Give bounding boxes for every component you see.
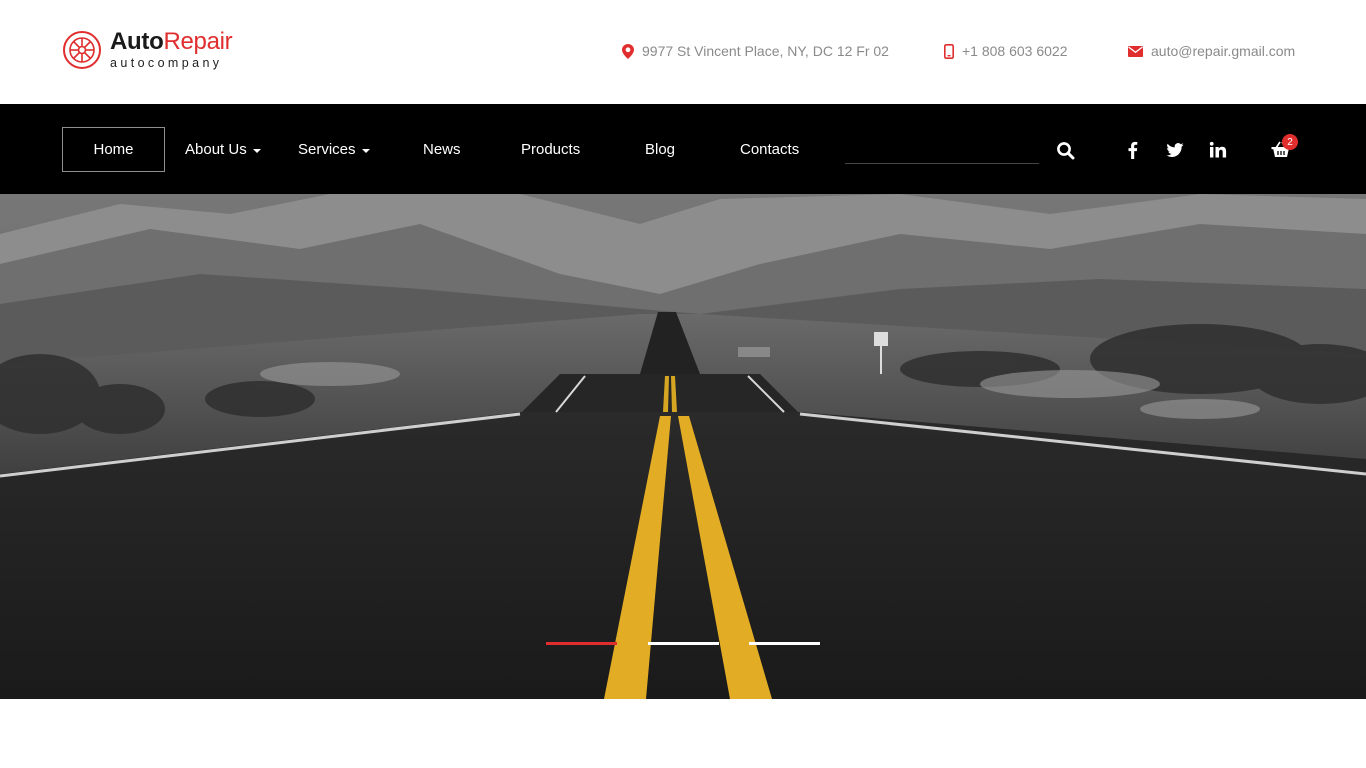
search-input[interactable] xyxy=(845,162,1039,164)
nav-item-label: Home xyxy=(93,141,134,158)
envelope-icon xyxy=(1128,45,1143,57)
nav-item-label: Products xyxy=(521,140,581,158)
contact-phone[interactable]: +1 808 603 6022 xyxy=(944,43,1068,59)
nav-item-label: Blog xyxy=(645,140,676,158)
nav-item-about-us[interactable]: About Us xyxy=(185,104,261,194)
nav-item-label: Services xyxy=(298,140,356,158)
nav-item-label: Contacts xyxy=(740,140,800,158)
logo-text: AutoRepair autocompany xyxy=(110,28,233,71)
nav-item-contacts[interactable]: Contacts xyxy=(740,104,799,194)
brand-tagline: autocompany xyxy=(110,56,223,71)
phone-text: +1 808 603 6022 xyxy=(962,43,1068,59)
mobile-phone-icon xyxy=(944,43,954,59)
nav-item-blog[interactable]: Blog xyxy=(645,104,675,194)
caret-down-icon xyxy=(252,148,261,153)
map-pin-icon xyxy=(622,43,634,59)
nav-item-label: News xyxy=(423,140,461,158)
nav-item-products[interactable]: Products xyxy=(521,104,580,194)
twitter-icon[interactable] xyxy=(1166,141,1184,159)
cart-count-badge: 2 xyxy=(1282,134,1298,150)
brand-name-part1: Auto xyxy=(110,28,164,56)
main-navigation: Home About Us Services News Products Blo… xyxy=(0,104,1366,194)
contact-email[interactable]: auto@repair.gmail.com xyxy=(1128,43,1295,59)
brand-name: AutoRepair xyxy=(110,28,233,56)
linkedin-icon[interactable] xyxy=(1209,141,1227,159)
slider-indicator-1[interactable] xyxy=(546,642,617,645)
nav-item-services[interactable]: Services xyxy=(298,104,370,194)
email-text: auto@repair.gmail.com xyxy=(1151,43,1296,59)
desert-road-image xyxy=(0,194,1366,699)
slider-indicator-2[interactable] xyxy=(648,642,719,645)
nav-item-home[interactable]: Home xyxy=(62,127,165,172)
site-logo[interactable]: AutoRepair autocompany xyxy=(62,28,233,71)
slider-indicator-3[interactable] xyxy=(749,642,820,645)
facebook-icon[interactable] xyxy=(1124,141,1142,159)
contact-address: 9977 St Vincent Place, NY, DC 12 Fr 02 xyxy=(622,43,889,59)
brand-name-part2: Repair xyxy=(163,28,233,56)
top-header: AutoRepair autocompany 9977 St Vincent P… xyxy=(0,0,1366,104)
caret-down-icon xyxy=(361,148,370,153)
address-text: 9977 St Vincent Place, NY, DC 12 Fr 02 xyxy=(642,43,889,59)
nav-item-news[interactable]: News xyxy=(423,104,461,194)
hero-slider xyxy=(0,194,1366,699)
nav-item-label: About Us xyxy=(185,140,247,158)
wheel-logo-icon xyxy=(63,31,101,69)
search-icon[interactable] xyxy=(1056,141,1076,161)
